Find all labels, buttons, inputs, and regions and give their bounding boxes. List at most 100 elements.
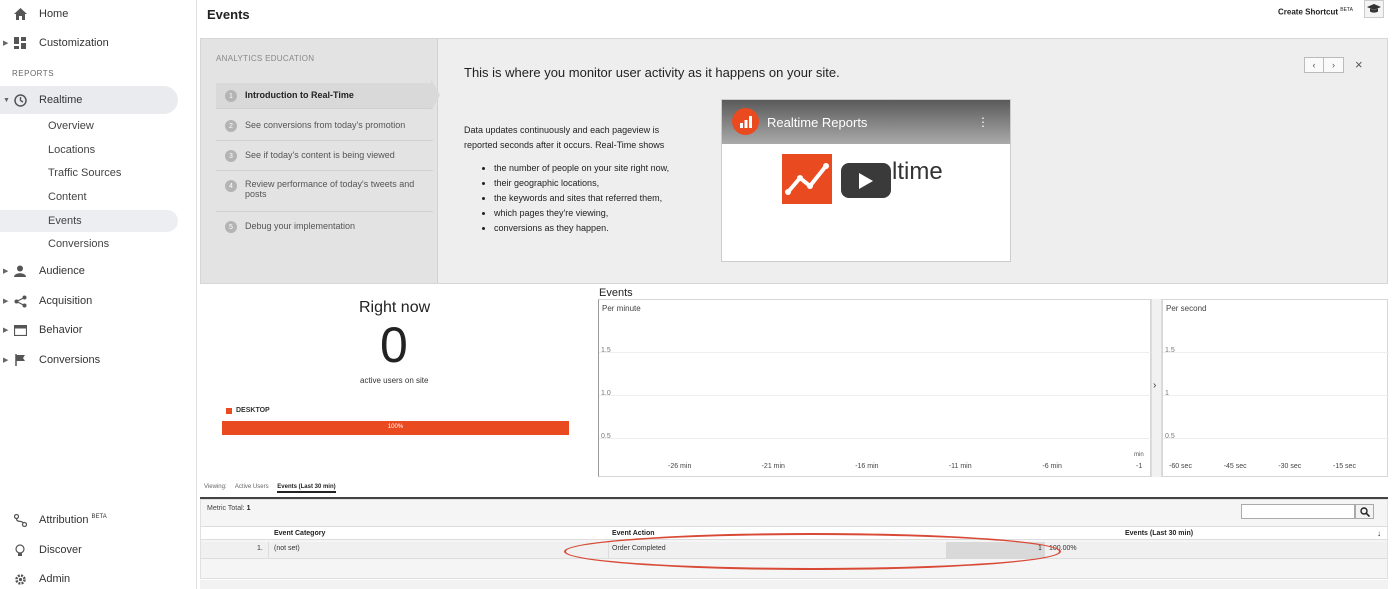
person-icon <box>12 263 28 279</box>
video-title: Realtime Reports <box>767 115 868 130</box>
caret-right-icon: ▶ <box>3 357 9 364</box>
education-step-3[interactable]: 3 See if today's content is being viewed <box>216 141 433 171</box>
x-tick-label: -6 min <box>1042 463 1062 470</box>
x-tick-label: -1 <box>1136 463 1143 470</box>
sidebar-item-conversions[interactable]: Conversions <box>0 233 178 255</box>
education-header: ANALYTICS EDUCATION <box>216 54 315 63</box>
column-header-action[interactable]: Event Action <box>612 530 655 537</box>
video-title-bar: Realtime Reports ⋮ <box>722 100 1010 144</box>
device-legend: DESKTOP <box>226 407 270 414</box>
gear-icon <box>12 571 28 587</box>
gridline <box>599 395 1152 396</box>
education-step-1[interactable]: 1 Introduction to Real-Time <box>216 83 433 109</box>
per-minute-chart: Per minute 1.5 1.0 0.5 -26 min -21 min -16 mi… <box>598 299 1152 477</box>
x-tick-label: -21 min <box>761 463 785 470</box>
list-item: conversions as they happen. <box>494 221 669 236</box>
education-step-2[interactable]: 2 See conversions from today's promotion <box>216 111 433 141</box>
nav-behavior[interactable]: ▶ Behavior <box>0 316 197 344</box>
education-steps: ANALYTICS EDUCATION 1 Introduction to Re… <box>201 39 438 283</box>
search-icon[interactable] <box>1355 504 1374 519</box>
next-button[interactable]: › <box>1324 58 1343 72</box>
y-tick-label: 1.5 <box>601 347 611 354</box>
chevron-right-icon[interactable]: › <box>1153 380 1156 391</box>
row-number: 1. <box>257 545 263 552</box>
more-vert-icon[interactable]: ⋮ <box>977 115 989 129</box>
realtime-chart-icon <box>782 154 832 204</box>
active-step-pointer <box>431 79 440 111</box>
per-second-label: Per second <box>1166 304 1207 313</box>
legend-swatch <box>226 407 232 414</box>
nav-attribution[interactable]: Attribution BETA <box>0 506 197 534</box>
education-pager: ‹ › <box>1304 57 1344 73</box>
x-tick-label: -26 min <box>668 463 692 470</box>
gridline <box>599 352 1152 353</box>
column-header-events[interactable]: Events (Last 30 min) <box>1125 530 1193 537</box>
x-tick-label: -30 sec <box>1278 463 1302 470</box>
sidebar-item-locations[interactable]: Locations <box>0 139 178 161</box>
nav-customization[interactable]: ▶ Customization <box>0 29 197 57</box>
viewing-tabs: Viewing: Active Users Events (Last 30 mi… <box>204 484 343 493</box>
y-tick-label: 1.5 <box>1165 347 1175 354</box>
horizontal-scrollbar[interactable] <box>200 580 1388 589</box>
analytics-logo-icon <box>732 108 759 135</box>
list-item: their geographic locations, <box>494 176 669 191</box>
analytics-education-panel: ANALYTICS EDUCATION 1 Introduction to Re… <box>200 38 1388 284</box>
sidebar-item-overview[interactable]: Overview <box>0 115 178 137</box>
education-description: Data updates continuously and each pagev… <box>464 125 665 150</box>
nav-home[interactable]: Home <box>0 0 197 28</box>
nav-realtime[interactable]: ▼ Realtime <box>0 86 178 114</box>
nav-conversions[interactable]: ▶ Conversions <box>0 346 197 374</box>
play-icon[interactable] <box>841 163 891 198</box>
y-tick-label: 1.0 <box>601 390 611 397</box>
y-tick-label: 0.5 <box>601 433 611 440</box>
acquisition-icon <box>12 293 28 309</box>
tab-active-users[interactable]: Active Users <box>235 484 269 490</box>
active-users-count: 0 <box>380 317 408 373</box>
education-bullets: the number of people on your site right … <box>480 161 669 236</box>
column-header-category[interactable]: Event Category <box>274 530 325 537</box>
sidebar-item-traffic-sources[interactable]: Traffic Sources <box>0 162 178 184</box>
create-shortcut-link[interactable]: Create Shortcut BETA <box>1278 7 1353 17</box>
row-category[interactable]: (not set) <box>274 545 300 552</box>
metric-total: Metric Total: 1 <box>207 505 251 512</box>
dashboard-icon <box>12 35 28 51</box>
sidebar-item-events[interactable]: Events <box>0 210 178 232</box>
row-category-cell <box>269 542 609 559</box>
graduation-cap-icon[interactable] <box>1364 0 1384 18</box>
events-chart-title: Events <box>599 287 633 299</box>
table-search-input[interactable] <box>1241 504 1355 519</box>
lightbulb-icon <box>12 542 28 558</box>
nav-acquisition[interactable]: ▶ Acquisition <box>0 287 197 315</box>
viewing-label: Viewing: <box>204 484 227 490</box>
nav-audience[interactable]: ▶ Audience <box>0 257 197 285</box>
video-thumbnail-text: ltime <box>892 158 943 185</box>
nav-admin[interactable]: Admin <box>0 565 197 589</box>
y-tick-label: 0.5 <box>1165 433 1175 440</box>
x-axis-unit: min <box>1134 452 1144 458</box>
list-item: the keywords and sites that referred the… <box>494 191 669 206</box>
education-step-5[interactable]: 5 Debug your implementation <box>216 212 433 242</box>
x-tick-label: -15 sec <box>1333 463 1356 470</box>
highlight-annotation <box>564 533 1061 570</box>
gridline <box>599 438 1152 439</box>
video-player[interactable]: Realtime Reports ⋮ ltime <box>721 99 1011 262</box>
prev-button[interactable]: ‹ <box>1305 58 1325 72</box>
sidebar-item-content[interactable]: Content <box>0 186 178 208</box>
tab-events[interactable]: Events (Last 30 min) <box>277 484 336 493</box>
per-minute-label: Per minute <box>602 304 641 313</box>
gridline <box>1163 395 1389 396</box>
y-tick-label: 1 <box>1165 390 1169 397</box>
education-headline: This is where you monitor user activity … <box>464 65 840 80</box>
nav-discover[interactable]: Discover <box>0 536 197 564</box>
right-now-title: Right now <box>359 299 431 316</box>
sidebar: Home ▶ Customization REPORTS ▼ Realtime … <box>0 0 197 589</box>
caret-down-icon: ▼ <box>3 96 10 104</box>
behavior-icon <box>12 322 28 338</box>
education-step-4[interactable]: 4 Review performance of today's tweets a… <box>216 171 433 212</box>
x-tick-label: -60 sec <box>1169 463 1192 470</box>
caret-right-icon: ▶ <box>3 268 9 275</box>
close-icon[interactable]: × <box>1355 57 1363 72</box>
reports-header: REPORTS <box>12 69 55 78</box>
x-tick-label: -16 min <box>855 463 879 470</box>
sort-down-icon[interactable]: ↓ <box>1377 529 1381 538</box>
